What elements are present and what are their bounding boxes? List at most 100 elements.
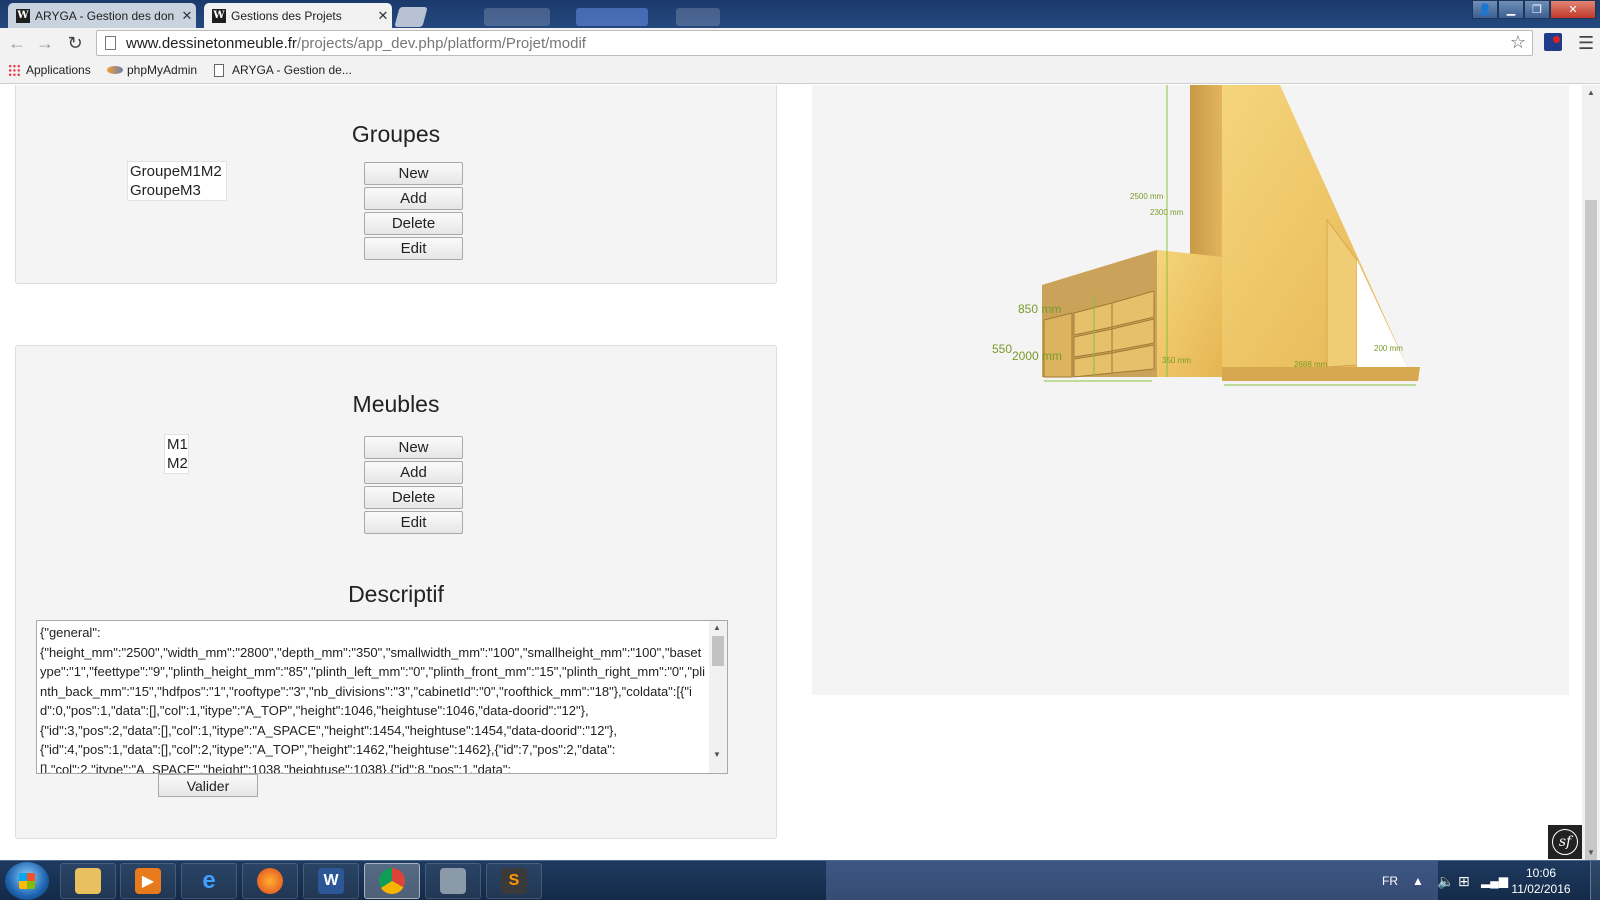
- meuble-edit-button[interactable]: Edit: [364, 511, 463, 534]
- dim-label: 2300 mm: [1150, 208, 1184, 217]
- page-content: Groupes GroupeM1M2 GroupeM3 New Add Dele…: [0, 85, 1582, 860]
- list-item[interactable]: GroupeM3: [130, 181, 226, 200]
- taskbar-chrome[interactable]: [364, 863, 420, 899]
- scroll-up-icon[interactable]: ▲: [1587, 88, 1595, 97]
- network-icon[interactable]: ⊞: [1458, 861, 1470, 900]
- furniture-3d-viewer[interactable]: 2500 mm 2300 mm 850 mm 550 2000 mm 350 m…: [812, 85, 1569, 695]
- meuble-add-button[interactable]: Add: [364, 461, 463, 484]
- wordpress-icon: W: [212, 8, 226, 23]
- bookmark-phpmyadmin[interactable]: phpMyAdmin: [107, 63, 197, 77]
- bookmark-aryga[interactable]: ARYGA - Gestion de...: [214, 63, 352, 77]
- descriptif-textarea[interactable]: {"general": {"height_mm":"2500","width_m…: [36, 620, 728, 774]
- close-window-icon[interactable]: ✕: [1550, 0, 1596, 19]
- back-arrow-icon[interactable]: ←: [6, 33, 28, 53]
- show-hidden-icons-icon[interactable]: ▲: [1412, 861, 1424, 900]
- list-item[interactable]: M2: [167, 454, 188, 473]
- close-tab-icon[interactable]: ✕: [374, 8, 392, 24]
- word-icon: W: [318, 868, 344, 894]
- dim-label: 2688 mm: [1294, 360, 1328, 369]
- groupe-add-button[interactable]: Add: [364, 187, 463, 210]
- clock-time: 10:06: [1525, 866, 1557, 880]
- symfony-toolbar-icon[interactable]: sf: [1548, 825, 1582, 859]
- tab-gestions-projets[interactable]: W Gestions des Projets ✕: [204, 3, 392, 28]
- meubles-title: Meubles: [352, 391, 440, 417]
- url-path: /projects/app_dev.php/platform/Projet/mo…: [296, 34, 586, 52]
- groupes-list[interactable]: GroupeM1M2 GroupeM3: [127, 161, 227, 201]
- meuble-delete-button[interactable]: Delete: [364, 486, 463, 509]
- close-tab-icon[interactable]: ✕: [178, 8, 196, 24]
- restore-icon[interactable]: ❐: [1524, 0, 1550, 19]
- taskbar-word[interactable]: W: [303, 863, 359, 899]
- page-scrollbar[interactable]: ▲ ▼: [1582, 85, 1600, 865]
- bookmark-label: ARYGA - Gestion de...: [232, 63, 352, 77]
- taskbar-sublime[interactable]: S: [486, 863, 542, 899]
- address-bar[interactable]: www.dessinetonmeuble.fr /projects/app_de…: [96, 30, 1533, 56]
- firefox-icon: [257, 868, 283, 894]
- groupe-edit-button[interactable]: Edit: [364, 237, 463, 260]
- elephant-icon: [440, 868, 466, 894]
- taskbar-explorer[interactable]: [60, 863, 116, 899]
- internet-explorer-icon: e: [202, 867, 216, 894]
- bookmark-label: Applications: [26, 63, 91, 77]
- textarea-scrollbar[interactable]: ▲ ▼: [709, 621, 727, 773]
- descriptif-title: Descriptif: [348, 581, 444, 607]
- window-controls: 👤 ▁ ❐ ✕: [1472, 0, 1596, 19]
- clock-date: 11/02/2016: [1511, 882, 1571, 896]
- chrome-icon: [379, 868, 405, 894]
- new-tab-button[interactable]: [394, 7, 428, 27]
- list-item[interactable]: GroupeM1M2: [130, 162, 226, 181]
- language-indicator[interactable]: FR: [1382, 861, 1398, 900]
- scroll-up-icon[interactable]: ▲: [713, 623, 721, 632]
- list-item[interactable]: M1: [167, 435, 188, 454]
- dim-label: 850 mm: [1018, 302, 1061, 316]
- bookmarks-bar: Applications phpMyAdmin ARYGA - Gestion …: [0, 58, 1600, 84]
- signal-icon[interactable]: ▂▄▆: [1481, 861, 1508, 900]
- meubles-panel: Meubles M1 M2 New Add Delete Edit Descri…: [15, 345, 777, 839]
- groupe-delete-button[interactable]: Delete: [364, 212, 463, 235]
- taskbar-media-player[interactable]: ▶: [120, 863, 176, 899]
- groupe-new-button[interactable]: New: [364, 162, 463, 185]
- scrollbar-thumb[interactable]: [712, 636, 724, 666]
- blurred-area: [676, 8, 720, 26]
- taskbar-app[interactable]: [425, 863, 481, 899]
- valider-button[interactable]: Valider: [158, 774, 258, 797]
- dim-label: 2500 mm: [1130, 192, 1164, 201]
- reload-icon[interactable]: ↻: [64, 33, 86, 53]
- system-clock[interactable]: 10:06 11/02/2016: [1510, 865, 1572, 897]
- scroll-down-icon[interactable]: ▼: [713, 750, 721, 759]
- tab-aryga[interactable]: W ARYGA - Gestion des don ✕: [8, 3, 196, 28]
- forward-arrow-icon[interactable]: →: [34, 33, 56, 53]
- meubles-list[interactable]: M1 M2: [164, 434, 189, 474]
- scroll-down-icon[interactable]: ▼: [1587, 848, 1595, 857]
- url-host: www.dessinetonmeuble.fr: [126, 34, 297, 52]
- scrollbar-thumb[interactable]: [1585, 200, 1597, 865]
- dim-label: 350 mm: [1162, 356, 1191, 365]
- extension-icon[interactable]: [1544, 33, 1562, 51]
- page-icon: [105, 36, 116, 50]
- tab-title: ARYGA - Gestion des don: [35, 8, 175, 23]
- minimize-icon[interactable]: ▁: [1498, 0, 1524, 19]
- taskbar-preview-area: [826, 861, 1438, 900]
- bookmark-label: phpMyAdmin: [127, 63, 198, 77]
- user-icon[interactable]: 👤: [1472, 0, 1498, 19]
- blurred-area: [576, 8, 648, 26]
- document-icon: [214, 63, 224, 77]
- furniture-render: 2500 mm 2300 mm 850 mm 550 2000 mm 350 m…: [992, 85, 1420, 386]
- wordpress-icon: W: [16, 8, 30, 23]
- bookmark-star-icon[interactable]: ☆: [1510, 32, 1526, 53]
- dim-label: 2000 mm: [1012, 349, 1062, 363]
- groupes-panel: Groupes GroupeM1M2 GroupeM3 New Add Dele…: [15, 85, 777, 284]
- show-desktop-button[interactable]: [1590, 861, 1600, 900]
- bookmark-applications[interactable]: Applications: [8, 63, 91, 77]
- menu-icon[interactable]: ☰: [1578, 33, 1594, 54]
- windows-taskbar: ▶ e W S FR ▲ 🔈 ⊞ ▂▄▆ 10:06 11/02/2016: [0, 860, 1600, 900]
- apps-grid-icon: [8, 63, 21, 77]
- taskbar-ie[interactable]: e: [181, 863, 237, 899]
- phpmyadmin-icon: [107, 64, 123, 76]
- browser-titlebar: W ARYGA - Gestion des don ✕ W Gestions d…: [0, 0, 1600, 28]
- start-button[interactable]: [5, 862, 49, 900]
- taskbar-firefox[interactable]: [242, 863, 298, 899]
- tab-title: Gestions des Projets: [231, 8, 342, 23]
- volume-icon[interactable]: 🔈: [1437, 861, 1454, 900]
- meuble-new-button[interactable]: New: [364, 436, 463, 459]
